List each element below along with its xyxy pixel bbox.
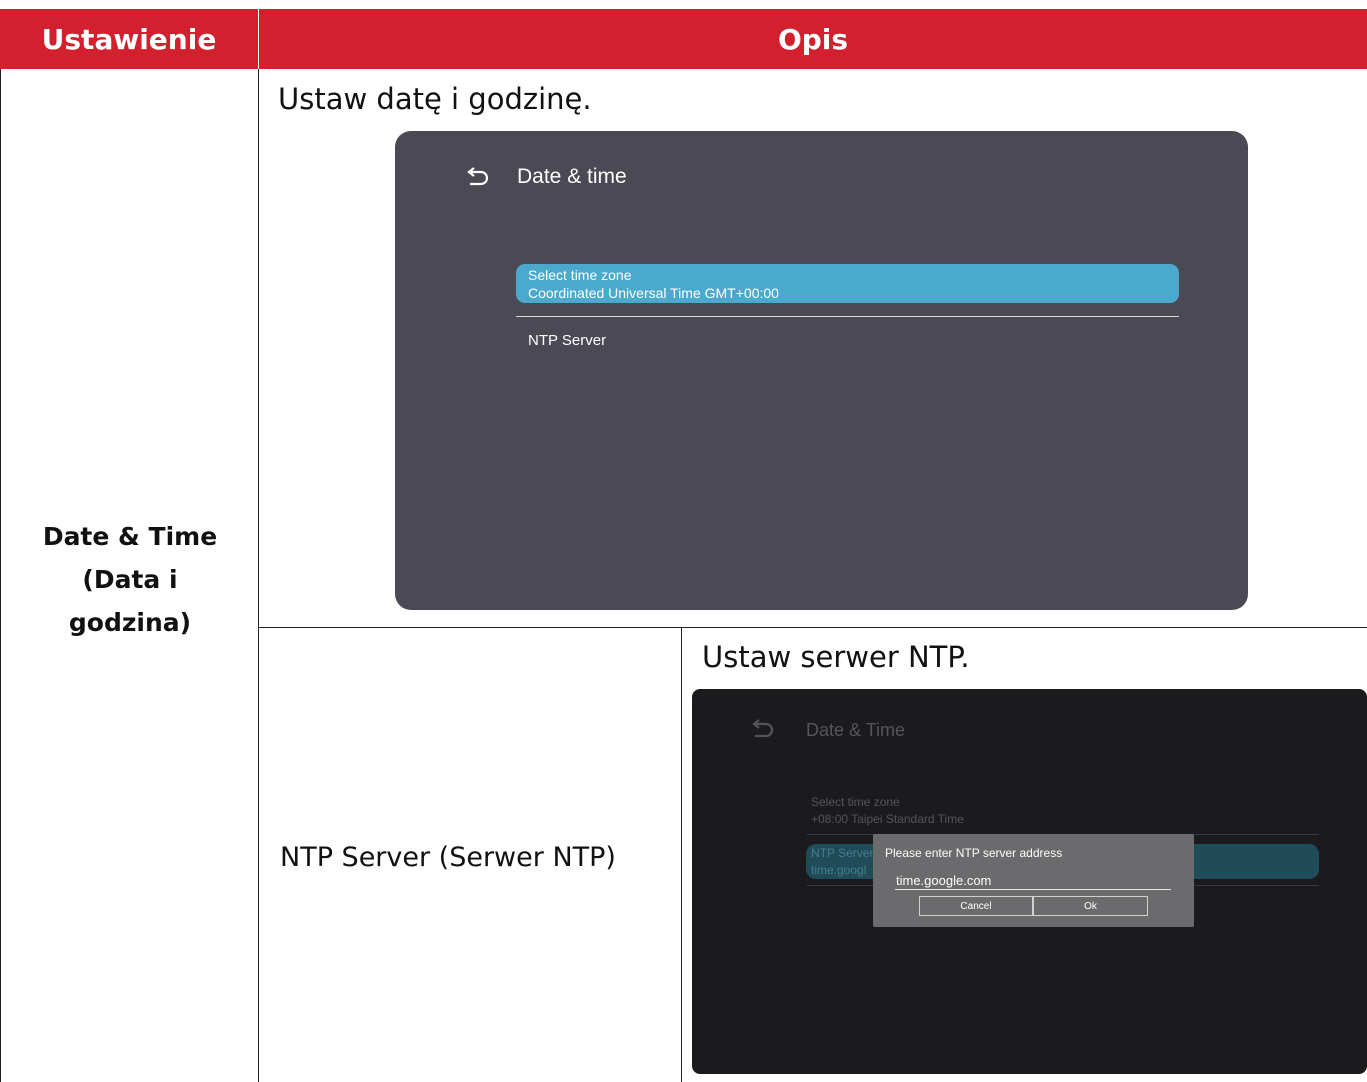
ok-button[interactable]: Ok (1033, 896, 1148, 916)
ntp-dialog: Please enter NTP server address time.goo… (873, 834, 1194, 927)
dialog-title: Please enter NTP server address (885, 846, 1063, 860)
sub-setting-label: NTP Server (Serwer NTP) (280, 842, 616, 873)
ntp-server-value: time.googl (811, 863, 867, 877)
select-time-zone-label: Select time zone (528, 267, 632, 283)
row-divider (258, 627, 1367, 628)
date-time-screenshot: Date & time Select time zone Coordinated… (395, 131, 1248, 610)
back-arrow-icon[interactable] (465, 167, 491, 189)
ntp-address-input[interactable]: time.google.com (896, 873, 991, 888)
ntp-server-screenshot: Date & Time Select time zone +08:00 Taip… (692, 689, 1367, 1074)
time-zone-value: +08:00 Taipei Standard Time (811, 812, 964, 826)
list-divider (516, 316, 1179, 317)
setting-label: Date & Time (Data i godzina) (42, 522, 218, 637)
header-divider (258, 9, 259, 69)
back-arrow-icon[interactable] (750, 719, 776, 741)
select-time-zone-label[interactable]: Select time zone (811, 795, 900, 809)
subcolumn-divider (681, 627, 682, 1082)
sub-description-intro: Ustaw serwer NTP. (702, 640, 970, 674)
header-setting: Ustawienie (0, 9, 258, 69)
input-underline (895, 889, 1171, 890)
cancel-button[interactable]: Cancel (919, 896, 1033, 916)
header-description: Opis (259, 9, 1367, 69)
ntp-server-label: NTP Server (811, 846, 874, 860)
time-zone-value: Coordinated Universal Time GMT+00:00 (528, 285, 779, 301)
screen-title: Date & Time (806, 720, 906, 740)
screen-title: Date & time (517, 165, 627, 188)
table-column-divider (258, 69, 259, 1082)
select-time-zone-item[interactable]: Select time zone Coordinated Universal T… (516, 264, 1179, 303)
description-intro: Ustaw datę i godzinę. (278, 82, 592, 116)
ntp-server-item[interactable]: NTP Server (528, 332, 606, 349)
table-border-left (0, 69, 1, 1082)
